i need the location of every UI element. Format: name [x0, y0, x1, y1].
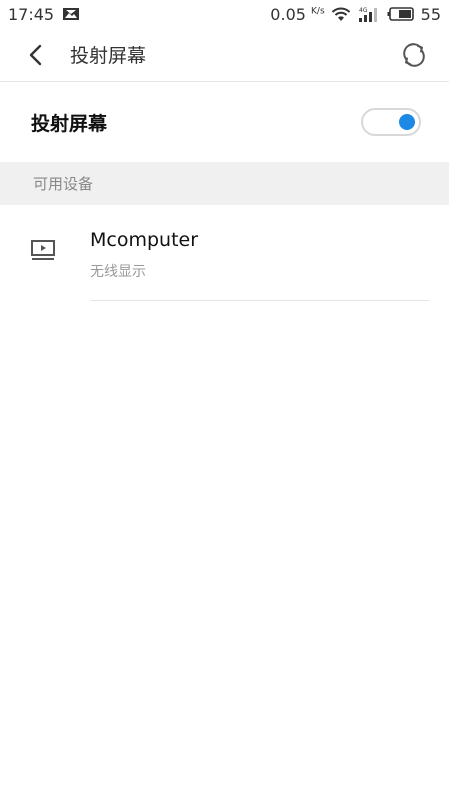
wifi-icon [331, 6, 351, 22]
image-notification-icon [62, 7, 80, 21]
divider [90, 300, 429, 301]
refresh-button[interactable] [379, 28, 449, 82]
monitor-play-icon [30, 239, 58, 267]
device-type: 无线显示 [90, 264, 146, 280]
net-speed-value: 0.05 [270, 4, 306, 24]
network-type-label: 4G [359, 7, 368, 14]
available-devices-section: 可用设备 [0, 162, 449, 205]
cast-screen-label: 投射屏幕 [31, 112, 108, 135]
cast-screen-switch[interactable] [361, 108, 421, 136]
refresh-icon [403, 42, 425, 67]
net-speed: 0.05 K/s [270, 5, 324, 24]
status-time: 17:45 [8, 4, 55, 24]
switch-knob [399, 114, 415, 130]
battery-level: 55 [420, 4, 441, 24]
back-button[interactable] [0, 28, 70, 82]
cast-screen-row: 投射屏幕 [0, 82, 449, 162]
net-speed-unit: K/s [311, 6, 325, 17]
signal-icon: 4G [357, 5, 381, 23]
chevron-left-icon [29, 44, 42, 65]
device-list-item[interactable]: Mcomputer 无线显示 [0, 205, 449, 301]
device-name: Mcomputer [90, 229, 199, 251]
status-bar: 17:45 0.05 K/s 4G 55 [0, 0, 449, 28]
page-title: 投射屏幕 [70, 45, 147, 67]
app-header: 投射屏幕 [0, 28, 449, 82]
battery-icon [387, 6, 415, 22]
section-title: 可用设备 [33, 175, 94, 193]
